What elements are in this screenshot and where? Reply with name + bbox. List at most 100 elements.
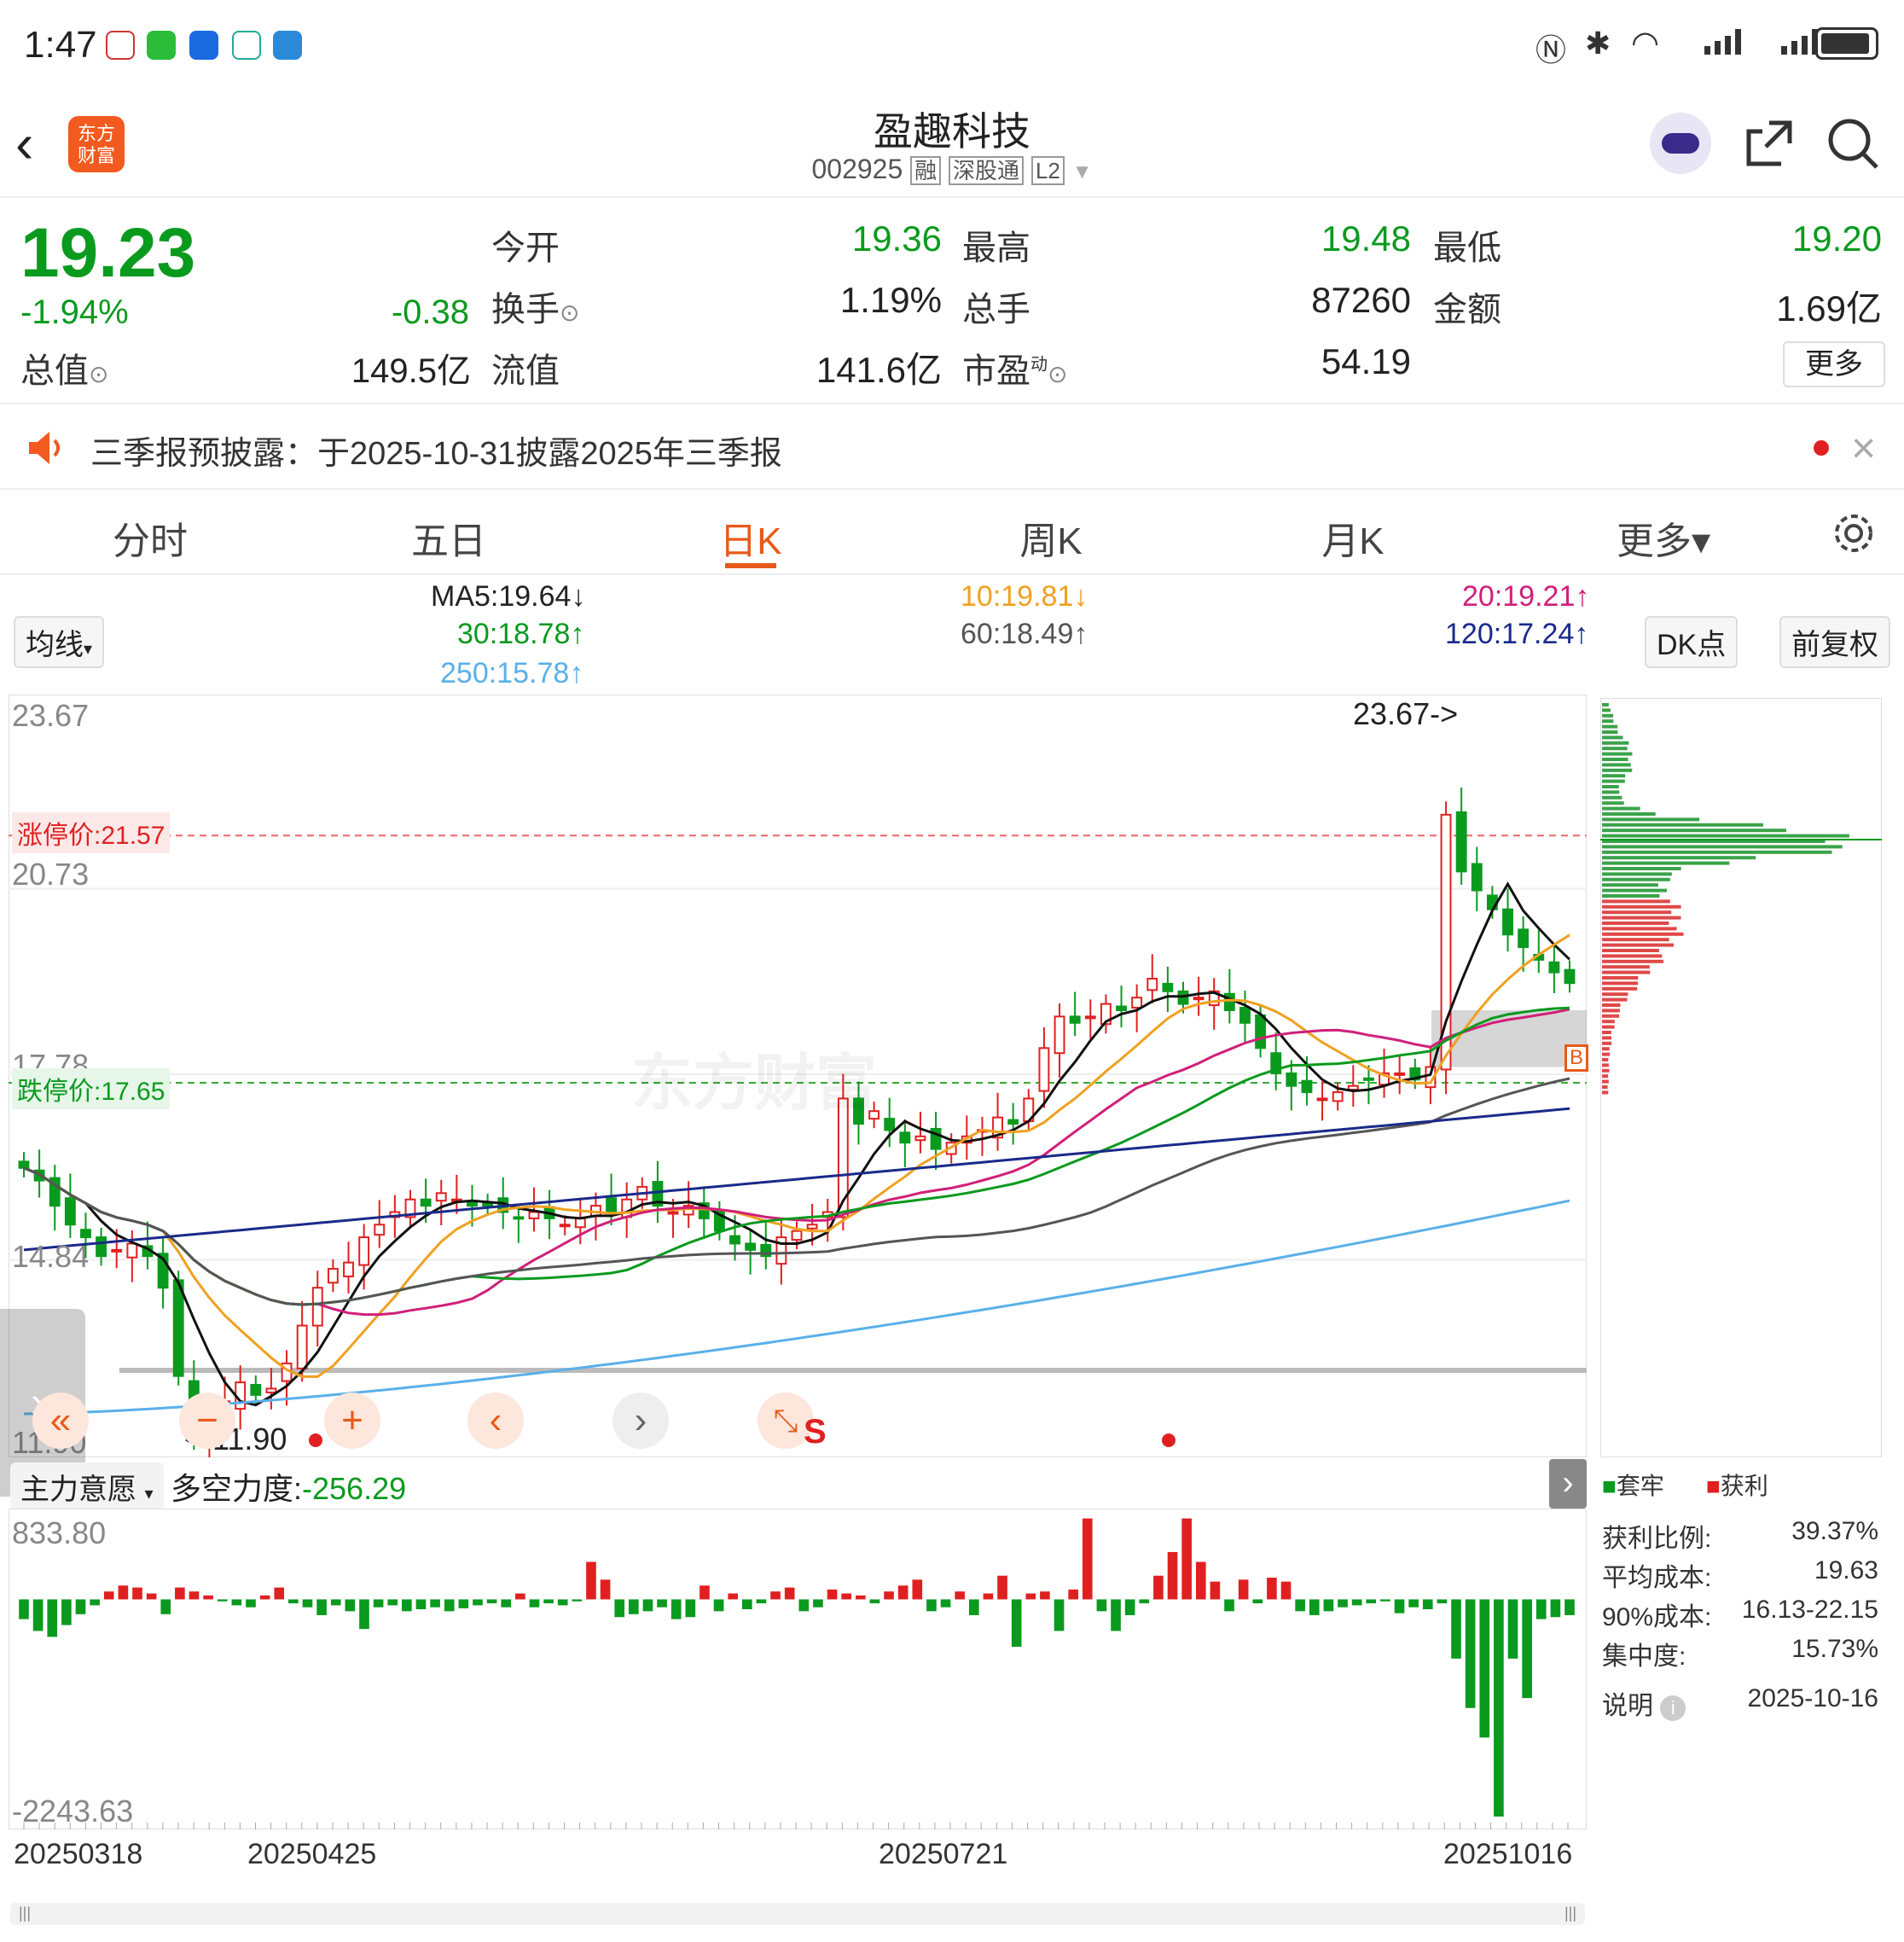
indicator-bar bbox=[841, 1593, 852, 1600]
candle-body bbox=[296, 1324, 308, 1369]
candle-body bbox=[1255, 1014, 1267, 1049]
indicator-bar bbox=[32, 1599, 44, 1631]
candle-body bbox=[729, 1235, 740, 1245]
candle-body bbox=[1286, 1072, 1297, 1087]
s-marker: S bbox=[804, 1413, 827, 1451]
signal-dot bbox=[309, 1433, 322, 1447]
more-button[interactable]: 更多 bbox=[1783, 341, 1885, 387]
candle-body bbox=[64, 1197, 76, 1226]
chip-bar bbox=[1602, 1047, 1610, 1051]
double-left-icon[interactable]: « bbox=[32, 1393, 89, 1449]
notice-text[interactable]: 三季报预披露：于2025-10-31披露2025年三季报 bbox=[90, 427, 782, 474]
change-value: -0.38 bbox=[391, 294, 469, 331]
stock-code-row: 002925 融 深股通 L2 ▼ bbox=[0, 154, 1904, 185]
indicator-bar bbox=[1295, 1599, 1305, 1612]
limit-down-label: 跌停价:17.65 bbox=[12, 1068, 171, 1109]
tab-five-day[interactable]: 五日 bbox=[363, 510, 534, 565]
info-icon[interactable]: ⊙ bbox=[89, 361, 108, 387]
gear-icon[interactable] bbox=[1831, 510, 1877, 556]
candle-body bbox=[1363, 1077, 1374, 1081]
zoom-out-icon[interactable]: − bbox=[179, 1393, 235, 1449]
candle-body bbox=[745, 1242, 757, 1251]
indicator-bar bbox=[302, 1599, 313, 1608]
indicator-bar bbox=[600, 1579, 611, 1600]
pe-label: 市盈动⊙ bbox=[962, 343, 1067, 392]
indicator-bar bbox=[61, 1599, 72, 1625]
app-green-icon bbox=[232, 31, 261, 60]
dk-point-button[interactable]: DK点 bbox=[1645, 616, 1739, 668]
scroll-handle-right[interactable]: ||| bbox=[1564, 1904, 1576, 1922]
assistant-avatar-icon[interactable] bbox=[1650, 113, 1711, 174]
candle-body bbox=[1332, 1091, 1344, 1102]
tab-monthly-k[interactable]: 月K bbox=[1268, 510, 1438, 565]
tag-level2: L2 bbox=[1030, 156, 1065, 185]
search-icon[interactable] bbox=[1826, 116, 1880, 171]
turnover-info-icon[interactable]: ⊙ bbox=[560, 299, 579, 326]
scroll-handle-left[interactable]: ||| bbox=[19, 1904, 31, 1922]
chart-scrollbar[interactable]: ||| ||| bbox=[10, 1903, 1585, 1925]
scroll-right-icon[interactable]: › bbox=[612, 1393, 669, 1449]
ma10-label: 10:19.81↓ bbox=[961, 580, 1088, 613]
explain-link[interactable]: 说明 i bbox=[1602, 1684, 1686, 1722]
legend-profit-text: 获利 bbox=[1720, 1473, 1768, 1499]
tab-daily-k[interactable]: 日K bbox=[665, 510, 836, 565]
indicator-bar bbox=[118, 1585, 129, 1600]
scroll-left-icon[interactable]: ‹ bbox=[467, 1393, 524, 1449]
indicator-bar bbox=[1522, 1599, 1532, 1699]
ma120-label: 120:17.24↑ bbox=[1445, 618, 1589, 650]
chip-bar bbox=[1602, 976, 1639, 980]
total-cap-label: 总值⊙ bbox=[20, 343, 108, 392]
indicator-bar bbox=[784, 1587, 795, 1600]
ma60-label: 60:18.49↑ bbox=[961, 618, 1088, 650]
candle-body bbox=[621, 1198, 633, 1218]
indicator-bar bbox=[1210, 1581, 1221, 1600]
candle-body bbox=[1239, 1007, 1251, 1024]
stock-code: 002925 bbox=[811, 154, 903, 184]
tab-more[interactable]: 更多▾ bbox=[1578, 510, 1749, 565]
indicator-bar bbox=[1224, 1599, 1234, 1612]
profit-ratio-value: 39.37% bbox=[1791, 1517, 1878, 1545]
chip-bar bbox=[1602, 795, 1622, 799]
candle-body bbox=[914, 1135, 926, 1142]
panel-next-icon[interactable]: › bbox=[1549, 1459, 1587, 1509]
candle-body bbox=[1455, 811, 1467, 873]
chip-bar bbox=[1602, 1031, 1611, 1034]
pe-value: 54.19 bbox=[1321, 341, 1411, 381]
candle-body bbox=[1518, 928, 1530, 949]
pe-info-icon[interactable]: ⊙ bbox=[1048, 361, 1067, 387]
indicator-value: -256.29 bbox=[302, 1471, 407, 1506]
candle-body bbox=[250, 1384, 262, 1396]
adjust-button[interactable]: 前复权 bbox=[1779, 616, 1890, 668]
indicator-bar bbox=[1535, 1599, 1547, 1619]
dropdown-icon[interactable]: ▼ bbox=[1072, 160, 1093, 183]
chip-bar bbox=[1602, 845, 1843, 849]
indicator-bar bbox=[1068, 1589, 1078, 1600]
candle-body bbox=[435, 1192, 447, 1202]
chip-bar bbox=[1602, 774, 1626, 778]
candle-body bbox=[513, 1216, 525, 1220]
indicator-bar bbox=[884, 1591, 894, 1600]
ma-selector[interactable]: 均线▾ bbox=[14, 616, 105, 668]
chip-bar bbox=[1602, 959, 1664, 963]
candle-body bbox=[1502, 908, 1513, 936]
indicator-bar bbox=[1181, 1518, 1192, 1600]
indicator-bar bbox=[75, 1599, 86, 1614]
indicator-selector[interactable]: 主力意愿 ▾ bbox=[10, 1462, 164, 1511]
indicator-chart[interactable] bbox=[9, 1509, 1587, 1829]
indicator-bar bbox=[572, 1599, 583, 1602]
signal-dot-2 bbox=[1162, 1433, 1175, 1447]
low-label: 最低 bbox=[1433, 230, 1501, 267]
indicator-bar bbox=[629, 1599, 639, 1614]
amount-label: 金额 bbox=[1433, 291, 1501, 329]
y-label-top: 23.67 bbox=[12, 698, 90, 733]
indicator-bar bbox=[1309, 1599, 1320, 1615]
share-icon[interactable] bbox=[1744, 118, 1795, 169]
indicator-bar bbox=[699, 1585, 710, 1600]
zoom-in-icon[interactable]: + bbox=[324, 1393, 380, 1449]
candle-body bbox=[775, 1236, 787, 1265]
high-label: 最高 bbox=[962, 230, 1030, 267]
tab-weekly-k[interactable]: 周K bbox=[966, 510, 1136, 565]
indicator-bar bbox=[19, 1599, 29, 1619]
close-icon[interactable]: × bbox=[1851, 423, 1876, 473]
tab-intraday[interactable]: 分时 bbox=[65, 510, 235, 565]
